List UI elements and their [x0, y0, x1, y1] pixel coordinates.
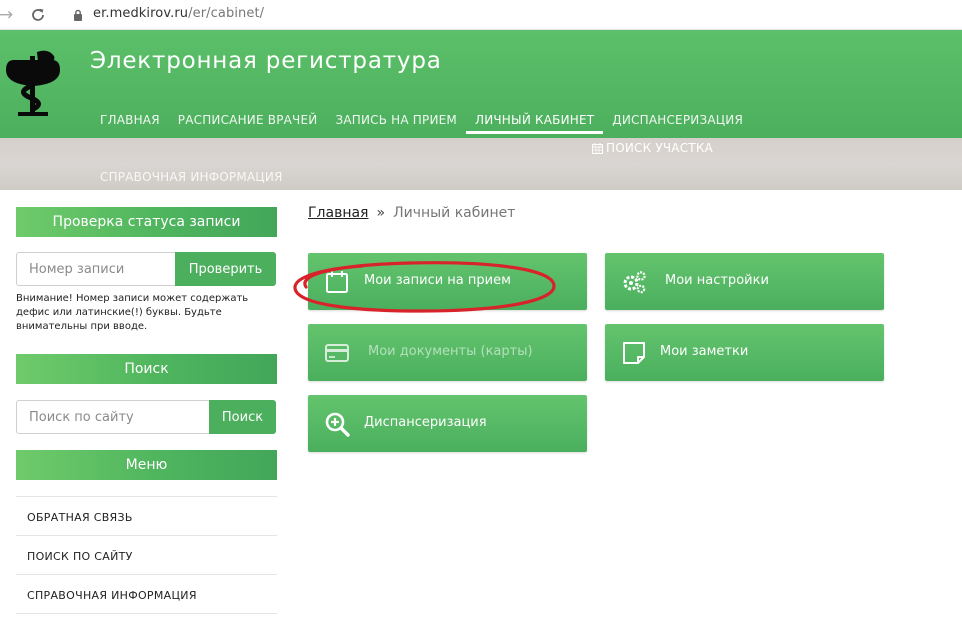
- nav-item-reference[interactable]: СПРАВОЧНАЯ ИНФОРМАЦИЯ: [100, 170, 283, 184]
- browser-back-button[interactable]: →: [0, 5, 16, 25]
- menu-item-feedback[interactable]: ОБРАТНАЯ СВЯЗЬ: [16, 497, 277, 536]
- record-number-notice: Внимание! Номер записи может содержать д…: [16, 293, 249, 332]
- status-check-title: Проверка статуса записи: [16, 207, 277, 237]
- menu-item-reference[interactable]: СПРАВОЧНАЯ ИНФОРМАЦИЯ: [16, 575, 277, 614]
- secondary-nav-strip: ПОИСК УЧАСТКА СПРАВОЧНАЯ ИНФОРМАЦИЯ: [0, 138, 962, 190]
- browser-toolbar: → er.medkirov.ru/er/cabinet/: [0, 0, 962, 30]
- nav-item-doctor-schedule[interactable]: РАСПИСАНИЕ ВРАЧЕЙ: [169, 110, 327, 134]
- record-number-input[interactable]: [16, 252, 175, 286]
- dispensary-label: Диспансеризация: [364, 415, 487, 430]
- dispensary-button[interactable]: Диспансеризация: [308, 395, 587, 452]
- breadcrumb-home-link[interactable]: Главная: [308, 205, 368, 221]
- address-bar-url[interactable]: er.medkirov.ru/er/cabinet/: [93, 6, 264, 21]
- search-title: Поиск: [16, 354, 277, 384]
- browser-reload-button[interactable]: [28, 5, 48, 25]
- breadcrumb-current: Личный кабинет: [393, 205, 516, 221]
- nav-item-district-search[interactable]: ПОИСК УЧАСТКА: [592, 141, 713, 155]
- medical-bowl-logo[interactable]: [4, 48, 62, 118]
- calendar-small-icon: [592, 142, 603, 154]
- menu-item-site-search[interactable]: ПОИСК ПО САЙТУ: [16, 536, 277, 575]
- my-settings-label: Мои настройки: [665, 273, 769, 288]
- url-path: /er/cabinet/: [188, 6, 265, 21]
- lock-icon: [74, 9, 82, 21]
- main-nav: ГЛАВНАЯ РАСПИСАНИЕ ВРАЧЕЙ ЗАПИСЬ НА ПРИЕ…: [91, 110, 752, 134]
- site-title: Электронная регистратура: [90, 48, 442, 74]
- check-status-button[interactable]: Проверить: [175, 252, 276, 286]
- breadcrumb: Главная » Личный кабинет: [308, 205, 515, 221]
- my-appointments-button[interactable]: Мои записи на прием: [308, 253, 587, 310]
- district-search-label: ПОИСК УЧАСТКА: [606, 141, 713, 155]
- nav-item-appointment[interactable]: ЗАПИСЬ НА ПРИЕМ: [326, 110, 466, 134]
- my-settings-button[interactable]: Мои настройки: [605, 253, 884, 310]
- site-header: Электронная регистратура ГЛАВНАЯ РАСПИСА…: [0, 30, 962, 138]
- my-appointments-label: Мои записи на прием: [364, 273, 511, 288]
- my-documents-label: Мои документы (карты): [368, 344, 533, 359]
- nav-item-dispensary[interactable]: ДИСПАНСЕРИЗАЦИЯ: [603, 110, 752, 134]
- site-search-button[interactable]: Поиск: [209, 400, 276, 434]
- calendar-icon: [326, 271, 348, 293]
- breadcrumb-separator: »: [376, 205, 386, 221]
- note-icon: [623, 342, 645, 364]
- my-documents-button[interactable]: Мои документы (карты): [308, 324, 587, 381]
- search-plus-icon: [325, 412, 350, 437]
- sidebar-menu: ОБРАТНАЯ СВЯЗЬ ПОИСК ПО САЙТУ СПРАВОЧНАЯ…: [16, 496, 277, 614]
- nav-item-home[interactable]: ГЛАВНАЯ: [91, 110, 169, 134]
- nav-item-personal-cabinet[interactable]: ЛИЧНЫЙ КАБИНЕТ: [465, 110, 604, 134]
- card-icon: [325, 344, 349, 362]
- site-search-input[interactable]: [16, 400, 210, 434]
- menu-title: Меню: [16, 450, 277, 480]
- reload-icon: [32, 8, 44, 21]
- my-notes-button[interactable]: Мои заметки: [605, 324, 884, 381]
- url-host: er.medkirov.ru: [93, 6, 189, 21]
- gears-icon: [623, 271, 646, 294]
- my-notes-label: Мои заметки: [660, 344, 749, 359]
